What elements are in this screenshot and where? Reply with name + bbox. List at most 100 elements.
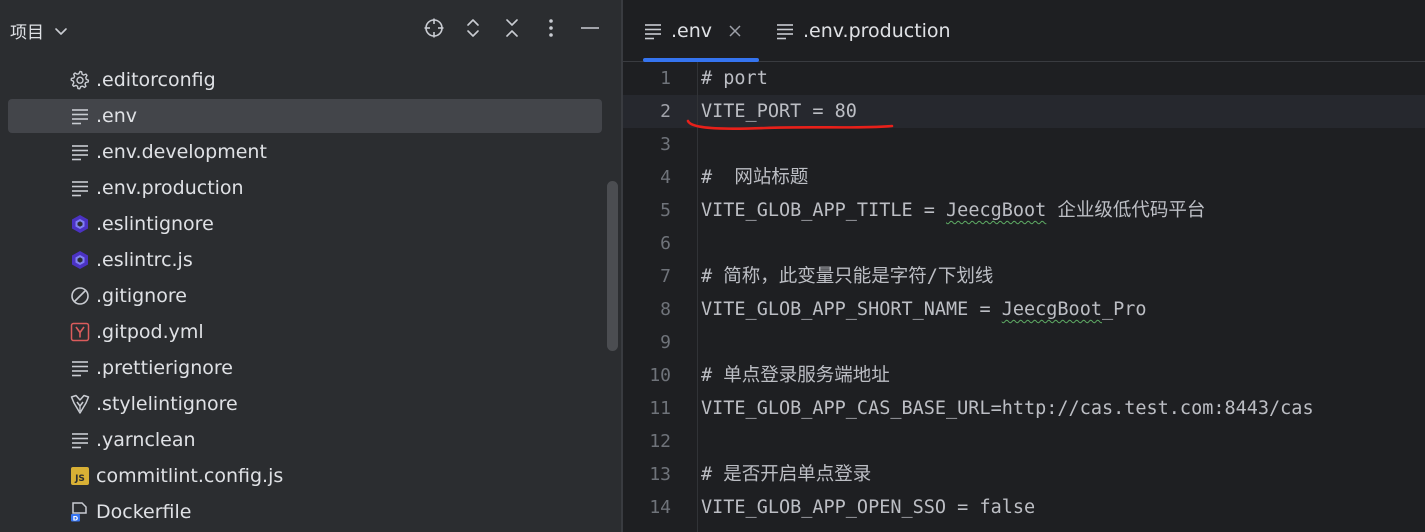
code-line: 14 VITE_GLOB_APP_OPEN_SSO = false [623,491,1425,524]
tree-item-env-development[interactable]: .env.development [0,134,621,170]
code-line: 8 VITE_GLOB_APP_SHORT_NAME = JeecgBoot_P… [623,293,1425,326]
code-key: VITE_GLOB_APP_TITLE = [701,200,947,221]
code-value: _Pro [1101,299,1147,320]
tree-item-gitpod[interactable]: .gitpod.yml [0,314,621,350]
expand-all-button[interactable] [462,15,484,41]
project-panel: 项目 .editorconfig .env .env.development .… [0,0,621,532]
tree-item-prettierignore[interactable]: .prettierignore [0,350,621,386]
gear-icon [70,70,90,90]
line-number: 1 [660,68,671,89]
code-text: # 网站标题 [701,167,809,188]
project-view-selector[interactable]: 项目 [10,18,70,43]
code-key: VITE_GLOB_APP_SHORT_NAME = [701,299,1002,320]
more-options-icon [549,19,553,37]
tab-label: .env [671,20,713,42]
text-file-icon [775,21,795,41]
tree-item-dockerfile[interactable]: D Dockerfile [0,494,621,530]
file-name: .eslintignore [96,213,214,235]
code-line: 7 # 简称，此变量只能是字符/下划线 [623,260,1425,293]
expand-collapse-icon [467,19,479,37]
file-name: .yarnclean [96,429,196,451]
chevron-down-icon [55,27,67,35]
typo-marked-word: JeecgBoot [1001,299,1102,320]
editor-tabs: .env .env.production [623,0,1425,62]
ignore-icon [70,286,90,306]
file-name: .env [96,105,138,127]
tree-item-eslintrc[interactable]: .eslintrc.js [0,242,621,278]
yaml-icon [70,322,90,342]
code-line: 5 VITE_GLOB_APP_TITLE = JeecgBoot 企业级低代码… [623,194,1425,227]
code-line: 1 # port [623,62,1425,95]
code-line: 4 # 网站标题 [623,161,1425,194]
docker-icon: D [70,502,90,522]
code-text: # 单点登录服务端地址 [701,365,890,386]
line-number: 11 [649,398,671,419]
code-value: 企业级低代码平台 [1046,200,1206,221]
project-header: 项目 [0,0,621,62]
file-name: commitlint.config.js [96,465,284,487]
tree-scrollbar[interactable] [607,181,618,351]
code-view[interactable]: 1 # port 2 VITE_PORT = 80 3 4 # 网站标题 5 V… [623,62,1425,532]
locate-button[interactable] [423,15,445,41]
code-text: # 是否开启单点登录 [701,464,872,485]
text-file-icon [70,430,90,450]
code-line: 12 [623,425,1425,458]
tree-item-editorconfig[interactable]: .editorconfig [0,62,621,98]
tab-label: .env.production [803,20,951,42]
collapse-all-button[interactable] [501,15,523,41]
line-number: 5 [660,200,671,221]
code-text: # 简称，此变量只能是字符/下划线 [701,266,994,287]
file-name: .env.production [96,177,244,199]
tab-env-production[interactable]: .env.production [775,0,951,62]
svg-text:JS: JS [74,474,85,484]
file-name: .env.development [96,141,267,163]
hide-icon [581,27,599,29]
tree-item-env[interactable]: .env [0,98,621,134]
file-tree: .editorconfig .env .env.development .env… [0,62,621,530]
file-name: Dockerfile [96,501,192,523]
line-number: 9 [660,332,671,353]
line-number: 3 [660,134,671,155]
line-number: 6 [660,233,671,254]
tab-env[interactable]: .env [643,0,759,62]
tree-item-gitignore[interactable]: .gitignore [0,278,621,314]
tree-item-commitlint[interactable]: JS commitlint.config.js [0,458,621,494]
code-line: 13 # 是否开启单点登录 [623,458,1425,491]
line-number: 8 [660,299,671,320]
typo-marked-word: JeecgBoot [946,200,1047,221]
code-text: VITE_GLOB_APP_CAS_BASE_URL=http://cas.te… [701,398,1314,419]
line-number: 13 [649,464,671,485]
code-text: VITE_GLOB_APP_SHORT_NAME = JeecgBoot_Pro [701,293,1147,326]
close-icon[interactable] [728,24,742,38]
hide-panel-button[interactable] [579,15,601,41]
line-number: 7 [660,266,671,287]
line-number: 10 [649,365,671,386]
file-name: .eslintrc.js [96,249,193,271]
tree-item-yarnclean[interactable]: .yarnclean [0,422,621,458]
file-name: .gitignore [96,285,187,307]
file-name: .prettierignore [96,357,233,379]
text-file-icon [70,142,90,162]
code-line: 6 [623,227,1425,260]
locate-icon [424,18,444,38]
text-file-icon [643,21,663,41]
svg-text:D: D [73,514,79,522]
line-number: 4 [660,167,671,188]
collapse-all-icon [506,19,518,37]
text-file-icon [70,178,90,198]
text-file-icon [70,358,90,378]
stylelint-icon [70,394,90,414]
tree-item-stylelintignore[interactable]: .stylelintignore [0,386,621,422]
tree-item-env-production[interactable]: .env.production [0,170,621,206]
code-text: VITE_GLOB_APP_OPEN_SSO = false [701,497,1036,518]
text-file-icon [70,106,90,126]
code-line: 9 [623,326,1425,359]
tree-item-eslintignore[interactable]: .eslintignore [0,206,621,242]
red-underline-annotation [686,119,894,131]
code-text: # port [701,68,768,89]
file-name: .editorconfig [96,69,216,91]
more-options-button[interactable] [540,15,562,41]
file-name: .stylelintignore [96,393,238,415]
eslint-icon [70,214,90,234]
line-number: 14 [649,497,671,518]
